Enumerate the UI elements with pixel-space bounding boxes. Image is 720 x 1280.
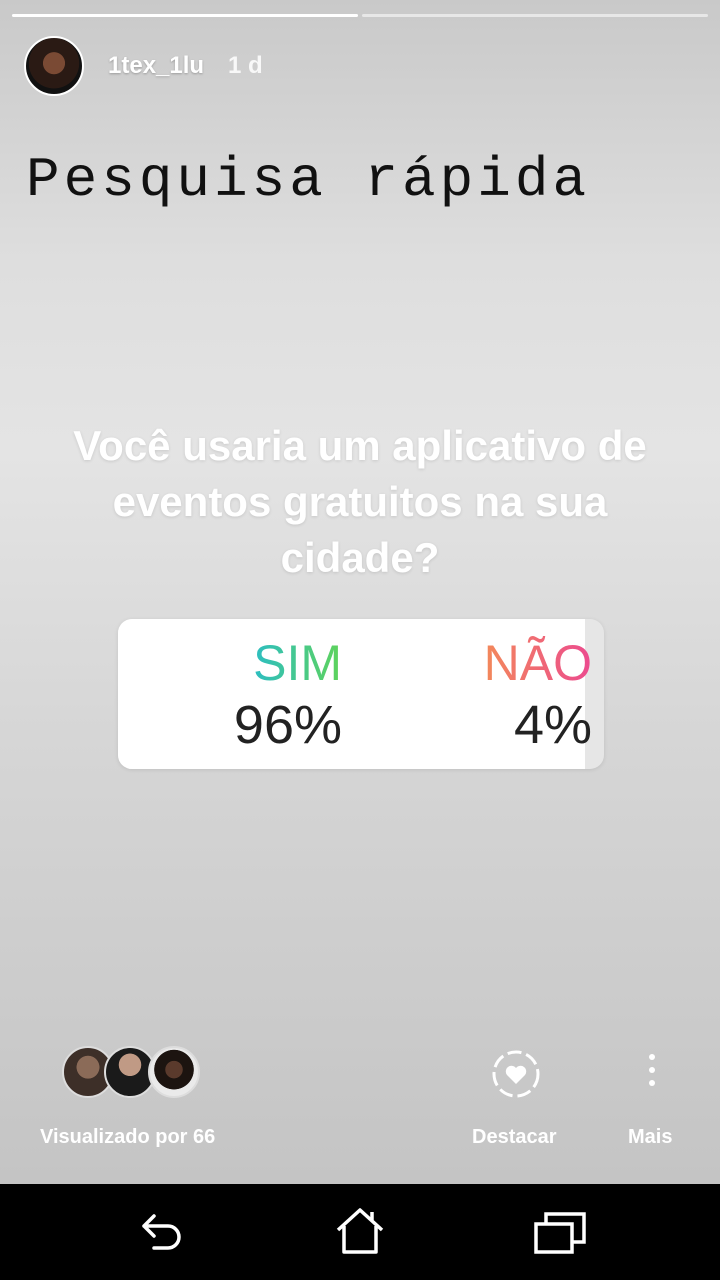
- username[interactable]: 1tex_1lu: [108, 52, 204, 80]
- poll-yes-label: SIM: [234, 635, 342, 691]
- poll-question: Você usaria um aplicativo de eventos gra…: [73, 422, 647, 581]
- story-progress-2: [362, 14, 708, 17]
- profile-avatar[interactable]: [24, 36, 84, 96]
- poll-no-label: NÃO: [483, 635, 592, 691]
- story-progress-fill-1: [12, 14, 358, 17]
- more-label[interactable]: Mais: [628, 1126, 672, 1149]
- poll-option-no[interactable]: NÃO 4%: [484, 635, 592, 755]
- poll-no-percent: 4%: [513, 695, 592, 755]
- heart-circle-icon[interactable]: [490, 1048, 542, 1100]
- poll-option-yes[interactable]: SIM 96%: [234, 635, 342, 755]
- story-time: 1 d: [228, 52, 263, 79]
- story-progress-1: [12, 14, 358, 17]
- highlight-label[interactable]: Destacar: [472, 1126, 557, 1149]
- viewer-avatar: [148, 1046, 200, 1098]
- poll-sticker[interactable]: SIM 96% NÃO 4%: [118, 619, 604, 769]
- back-icon[interactable]: [130, 1204, 190, 1260]
- story-view: 1tex_1lu 1 d Pesquisa rápida Você usaria…: [0, 0, 720, 1184]
- home-icon[interactable]: [330, 1204, 390, 1260]
- recent-apps-icon[interactable]: [530, 1204, 590, 1260]
- vertical-dots-icon[interactable]: [640, 1054, 664, 1098]
- viewed-by-text[interactable]: Visualizado por 66: [40, 1126, 215, 1149]
- system-nav-bar: [0, 1184, 720, 1280]
- viewer-avatars[interactable]: [62, 1046, 212, 1102]
- story-headline: Pesquisa rápida: [26, 148, 591, 212]
- poll-yes-percent: 96%: [233, 695, 342, 755]
